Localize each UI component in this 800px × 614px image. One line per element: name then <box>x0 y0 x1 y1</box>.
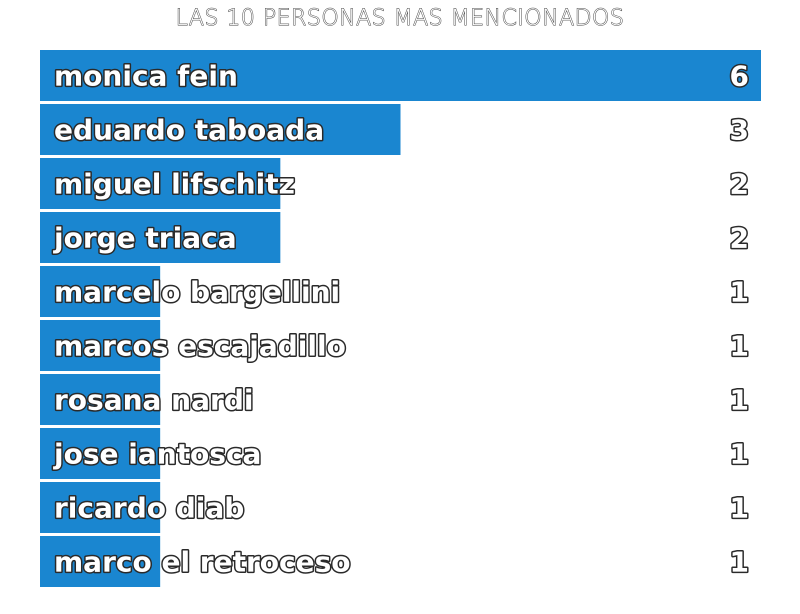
value-label: 1 <box>730 492 749 525</box>
bar-chart: monica fein 6 eduardo taboada 3 miguel lifsc… <box>40 50 761 587</box>
value-label: 1 <box>730 330 749 363</box>
value-label: 2 <box>730 222 749 255</box>
category-label: eduardo taboada <box>54 114 324 147</box>
category-label: marcos escajadillo <box>54 330 346 363</box>
category-label: monica fein <box>54 60 238 93</box>
category-label: rosana nardi <box>54 384 253 417</box>
value-label: 1 <box>730 276 749 309</box>
value-label: 3 <box>730 114 749 147</box>
value-label: 1 <box>730 384 749 417</box>
category-label: miguel lifschitz <box>54 168 295 201</box>
value-label: 1 <box>730 546 749 579</box>
value-label: 2 <box>730 168 749 201</box>
value-label: 1 <box>730 438 749 471</box>
category-label: marcelo bargellini <box>54 276 340 309</box>
category-label: jorge triaca <box>53 222 237 255</box>
category-label: ricardo diab <box>54 492 244 525</box>
category-label: jose iantosca <box>53 438 261 471</box>
category-label: marco el retroceso <box>54 546 351 579</box>
value-label: 6 <box>730 60 749 93</box>
